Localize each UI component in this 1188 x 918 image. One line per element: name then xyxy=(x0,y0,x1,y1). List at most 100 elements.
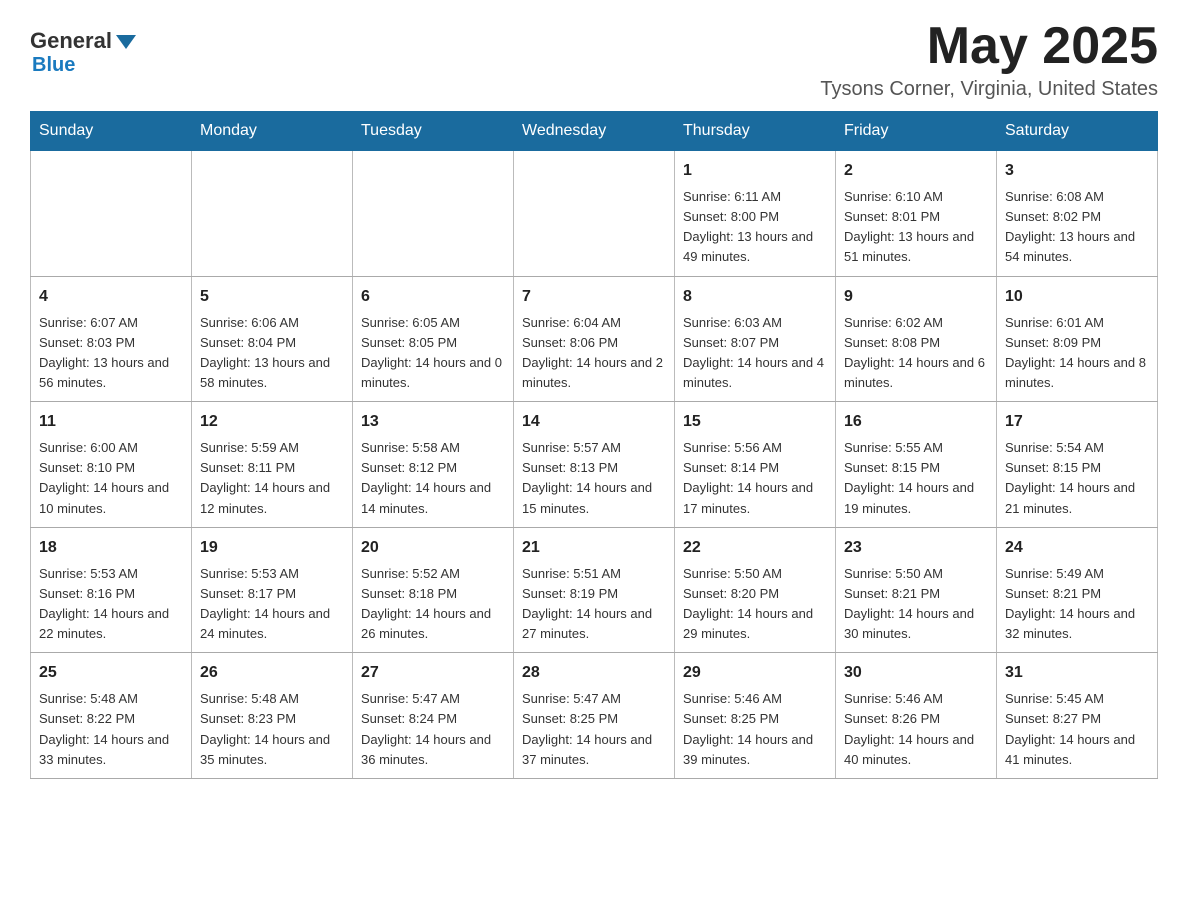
calendar-day-cell xyxy=(192,151,353,277)
calendar-day-cell: 26 Sunrise: 5:48 AM Sunset: 8:23 PM Dayli… xyxy=(192,653,353,779)
calendar-day-cell: 16 Sunrise: 5:55 AM Sunset: 8:15 PM Dayli… xyxy=(836,402,997,528)
calendar-day-cell: 12 Sunrise: 5:59 AM Sunset: 8:11 PM Dayli… xyxy=(192,402,353,528)
calendar-day-cell: 19Sunrise: 5:53 AM Sunset: 8:17 PM Dayli… xyxy=(192,527,353,653)
logo-general-text: General xyxy=(30,28,112,54)
day-of-week-header: Wednesday xyxy=(514,112,675,151)
day-number: 4 xyxy=(39,285,183,309)
day-number: 12 xyxy=(200,410,344,434)
calendar-table: SundayMondayTuesdayWednesdayThursdayFrid… xyxy=(30,111,1158,779)
day-info: Sunrise: 6:03 AM Sunset: 8:07 PM Dayligh… xyxy=(683,313,827,394)
day-info: Sunrise: 6:07 AM Sunset: 8:03 PM Dayligh… xyxy=(39,313,183,394)
calendar-week-row: 4 Sunrise: 6:07 AM Sunset: 8:03 PM Daylig… xyxy=(31,276,1158,402)
day-of-week-header: Tuesday xyxy=(353,112,514,151)
day-number: 21 xyxy=(522,536,666,560)
day-info: Sunrise: 5:46 AM Sunset: 8:26 PM Dayligh… xyxy=(844,689,988,770)
calendar-day-cell: 2Sunrise: 6:10 AM Sunset: 8:01 PM Daylig… xyxy=(836,151,997,277)
month-title: May 2025 xyxy=(820,20,1158,72)
day-info: Sunrise: 5:55 AM Sunset: 8:15 PM Dayligh… xyxy=(844,438,988,519)
day-number: 10 xyxy=(1005,285,1149,309)
day-number: 26 xyxy=(200,661,344,685)
calendar-day-cell xyxy=(514,151,675,277)
day-number: 11 xyxy=(39,410,183,434)
calendar-day-cell xyxy=(31,151,192,277)
day-info: Sunrise: 5:58 AM Sunset: 8:12 PM Dayligh… xyxy=(361,438,505,519)
calendar-day-cell: 4 Sunrise: 6:07 AM Sunset: 8:03 PM Daylig… xyxy=(31,276,192,402)
calendar-day-cell: 13 Sunrise: 5:58 AM Sunset: 8:12 PM Dayli… xyxy=(353,402,514,528)
calendar-header-row: SundayMondayTuesdayWednesdayThursdayFrid… xyxy=(31,112,1158,151)
day-number: 24 xyxy=(1005,536,1149,560)
day-info: Sunrise: 5:53 AM Sunset: 8:16 PM Dayligh… xyxy=(39,564,183,645)
calendar-day-cell: 24 Sunrise: 5:49 AM Sunset: 8:21 PM Dayli… xyxy=(997,527,1158,653)
calendar-day-cell: 5 Sunrise: 6:06 AM Sunset: 8:04 PM Daylig… xyxy=(192,276,353,402)
calendar-day-cell xyxy=(353,151,514,277)
calendar-day-cell: 6 Sunrise: 6:05 AM Sunset: 8:05 PM Daylig… xyxy=(353,276,514,402)
day-number: 27 xyxy=(361,661,505,685)
day-number: 7 xyxy=(522,285,666,309)
day-info: Sunrise: 5:54 AM Sunset: 8:15 PM Dayligh… xyxy=(1005,438,1149,519)
day-info: Sunrise: 6:08 AM Sunset: 8:02 PM Dayligh… xyxy=(1005,187,1149,268)
calendar-day-cell: 15Sunrise: 5:56 AM Sunset: 8:14 PM Dayli… xyxy=(675,402,836,528)
calendar-day-cell: 9 Sunrise: 6:02 AM Sunset: 8:08 PM Daylig… xyxy=(836,276,997,402)
day-number: 13 xyxy=(361,410,505,434)
day-number: 16 xyxy=(844,410,988,434)
day-info: Sunrise: 6:11 AM Sunset: 8:00 PM Dayligh… xyxy=(683,187,827,268)
day-info: Sunrise: 5:48 AM Sunset: 8:22 PM Dayligh… xyxy=(39,689,183,770)
calendar-day-cell: 7 Sunrise: 6:04 AM Sunset: 8:06 PM Daylig… xyxy=(514,276,675,402)
day-info: Sunrise: 5:53 AM Sunset: 8:17 PM Dayligh… xyxy=(200,564,344,645)
day-of-week-header: Saturday xyxy=(997,112,1158,151)
calendar-day-cell: 30 Sunrise: 5:46 AM Sunset: 8:26 PM Dayli… xyxy=(836,653,997,779)
calendar-day-cell: 17 Sunrise: 5:54 AM Sunset: 8:15 PM Dayli… xyxy=(997,402,1158,528)
day-number: 23 xyxy=(844,536,988,560)
calendar-day-cell: 21 Sunrise: 5:51 AM Sunset: 8:19 PM Dayli… xyxy=(514,527,675,653)
day-info: Sunrise: 5:51 AM Sunset: 8:19 PM Dayligh… xyxy=(522,564,666,645)
title-section: May 2025 Tysons Corner, Virginia, United… xyxy=(820,20,1158,101)
page-header: General Blue May 2025 Tysons Corner, Vir… xyxy=(30,20,1158,101)
day-number: 9 xyxy=(844,285,988,309)
day-of-week-header: Thursday xyxy=(675,112,836,151)
calendar-day-cell: 10Sunrise: 6:01 AM Sunset: 8:09 PM Dayli… xyxy=(997,276,1158,402)
day-number: 30 xyxy=(844,661,988,685)
logo-arrow-icon xyxy=(116,35,136,49)
day-info: Sunrise: 5:50 AM Sunset: 8:20 PM Dayligh… xyxy=(683,564,827,645)
day-of-week-header: Friday xyxy=(836,112,997,151)
day-info: Sunrise: 6:05 AM Sunset: 8:05 PM Dayligh… xyxy=(361,313,505,394)
calendar-day-cell: 23 Sunrise: 5:50 AM Sunset: 8:21 PM Dayli… xyxy=(836,527,997,653)
day-number: 22 xyxy=(683,536,827,560)
calendar-day-cell: 31Sunrise: 5:45 AM Sunset: 8:27 PM Dayli… xyxy=(997,653,1158,779)
day-number: 3 xyxy=(1005,159,1149,183)
day-of-week-header: Monday xyxy=(192,112,353,151)
day-info: Sunrise: 5:47 AM Sunset: 8:25 PM Dayligh… xyxy=(522,689,666,770)
day-info: Sunrise: 5:52 AM Sunset: 8:18 PM Dayligh… xyxy=(361,564,505,645)
day-info: Sunrise: 5:47 AM Sunset: 8:24 PM Dayligh… xyxy=(361,689,505,770)
day-info: Sunrise: 5:59 AM Sunset: 8:11 PM Dayligh… xyxy=(200,438,344,519)
day-number: 5 xyxy=(200,285,344,309)
day-number: 31 xyxy=(1005,661,1149,685)
calendar-day-cell: 28 Sunrise: 5:47 AM Sunset: 8:25 PM Dayli… xyxy=(514,653,675,779)
day-number: 17 xyxy=(1005,410,1149,434)
day-info: Sunrise: 6:04 AM Sunset: 8:06 PM Dayligh… xyxy=(522,313,666,394)
day-number: 2 xyxy=(844,159,988,183)
day-number: 25 xyxy=(39,661,183,685)
calendar-day-cell: 29Sunrise: 5:46 AM Sunset: 8:25 PM Dayli… xyxy=(675,653,836,779)
day-info: Sunrise: 6:02 AM Sunset: 8:08 PM Dayligh… xyxy=(844,313,988,394)
day-info: Sunrise: 5:48 AM Sunset: 8:23 PM Dayligh… xyxy=(200,689,344,770)
day-info: Sunrise: 5:50 AM Sunset: 8:21 PM Dayligh… xyxy=(844,564,988,645)
calendar-week-row: 25 Sunrise: 5:48 AM Sunset: 8:22 PM Dayli… xyxy=(31,653,1158,779)
calendar-day-cell: 20 Sunrise: 5:52 AM Sunset: 8:18 PM Dayli… xyxy=(353,527,514,653)
day-of-week-header: Sunday xyxy=(31,112,192,151)
day-info: Sunrise: 5:49 AM Sunset: 8:21 PM Dayligh… xyxy=(1005,564,1149,645)
day-number: 28 xyxy=(522,661,666,685)
day-info: Sunrise: 6:00 AM Sunset: 8:10 PM Dayligh… xyxy=(39,438,183,519)
calendar-day-cell: 22 Sunrise: 5:50 AM Sunset: 8:20 PM Dayli… xyxy=(675,527,836,653)
day-info: Sunrise: 6:06 AM Sunset: 8:04 PM Dayligh… xyxy=(200,313,344,394)
calendar-day-cell: 1Sunrise: 6:11 AM Sunset: 8:00 PM Daylig… xyxy=(675,151,836,277)
day-number: 20 xyxy=(361,536,505,560)
day-number: 8 xyxy=(683,285,827,309)
day-number: 14 xyxy=(522,410,666,434)
calendar-day-cell: 27 Sunrise: 5:47 AM Sunset: 8:24 PM Dayli… xyxy=(353,653,514,779)
calendar-day-cell: 8 Sunrise: 6:03 AM Sunset: 8:07 PM Daylig… xyxy=(675,276,836,402)
day-number: 18 xyxy=(39,536,183,560)
day-number: 6 xyxy=(361,285,505,309)
logo: General Blue xyxy=(30,20,136,77)
logo-blue-text: Blue xyxy=(32,54,75,76)
